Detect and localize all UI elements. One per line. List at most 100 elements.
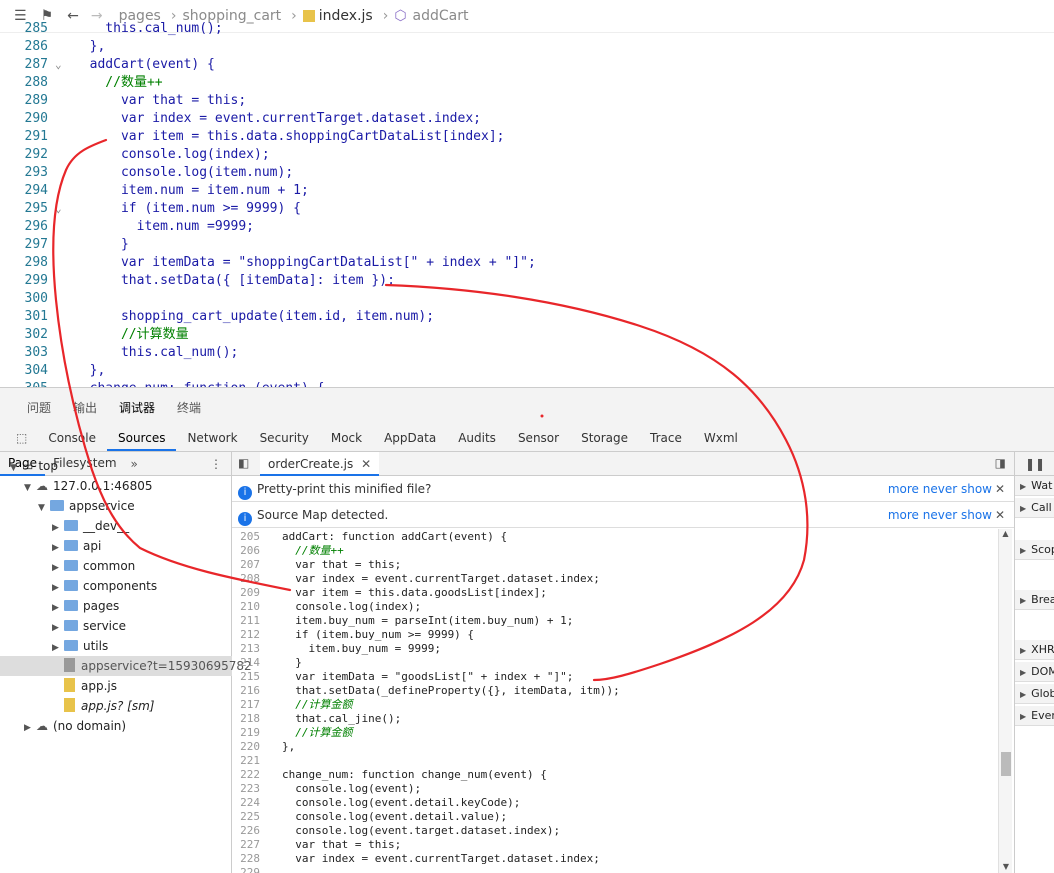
line-number[interactable]: 217 [232,698,260,712]
source-line[interactable]: 214 } [232,656,1002,670]
line-number[interactable]: 221 [232,754,260,768]
source-code[interactable]: 205 addCart: function addCart(event) {206… [232,529,1014,873]
code-line[interactable]: 286 }, [0,38,1054,56]
tree-item[interactable]: ▶ service [0,616,126,636]
tab-sources[interactable]: Sources [106,427,177,451]
code-editor[interactable]: ☰ ⚑ ← → pages › shopping_cart › index.js › … [0,0,1054,387]
disclosure-triangle-icon[interactable]: ▶ [52,638,64,658]
infobar-links[interactable]: more never show [888,476,992,502]
tab-mock[interactable]: Mock [320,427,373,451]
line-number[interactable]: 225 [232,810,260,824]
tree-item[interactable]: ▼ ▭ top [0,456,58,476]
close-icon[interactable]: ✕ [361,457,371,471]
debugger-section[interactable]: ▶ Glob [1015,684,1054,704]
line-number[interactable]: 223 [232,782,260,796]
tree-item[interactable]: app.js [0,676,117,696]
tab-debugger[interactable]: 调试器 [119,399,155,416]
tab-sensor[interactable]: Sensor [507,427,570,451]
disclosure-triangle-icon[interactable]: ▼ [10,458,22,478]
source-line[interactable]: 210 console.log(index); [232,600,1002,614]
disclosure-triangle-icon[interactable]: ▶ [52,578,64,598]
tree-item[interactable]: ▶ pages [0,596,119,616]
more-tabs-icon[interactable]: » [131,457,138,471]
tab-storage[interactable]: Storage [570,427,639,451]
tab-output[interactable]: 输出 [73,399,97,416]
line-number[interactable]: 213 [232,642,260,656]
source-line[interactable]: 218 that.cal_jine(); [232,712,1002,726]
tree-item[interactable]: ▼ ☁ 127.0.0.1:46805 [0,476,152,496]
disclosure-triangle-icon[interactable]: ▶ [1020,482,1026,491]
source-line[interactable]: 222 change_num: function change_num(event… [232,768,1002,782]
debugger-section[interactable]: ▶ Ever [1015,706,1054,726]
source-line[interactable]: 213 item.buy_num = 9999; [232,642,1002,656]
line-number[interactable]: 224 [232,796,260,810]
source-line[interactable]: 219 //计算金额 [232,726,1002,740]
tree-item[interactable]: appservice?t=15930695782 [0,656,252,676]
disclosure-triangle-icon[interactable]: ▶ [52,618,64,638]
infobar-links[interactable]: more never show [888,502,992,528]
tab-terminal[interactable]: 终端 [177,399,201,416]
source-line[interactable]: 221 [232,754,1002,768]
line-number[interactable]: 208 [232,572,260,586]
line-number[interactable]: 228 [232,852,260,866]
line-number[interactable]: 215 [232,670,260,684]
source-line[interactable]: 223 console.log(event); [232,782,1002,796]
line-number[interactable]: 220 [232,740,260,754]
debugger-section[interactable]: ▶ Wat [1015,476,1054,496]
code-line[interactable]: 290 var index = event.currentTarget.data… [0,110,1054,128]
fold-chevron-icon[interactable]: ⌄ [55,56,62,74]
code-line[interactable]: 294 item.num = item.num + 1; [0,182,1054,200]
source-line[interactable]: 215 var itemData = "goodsList[" + index … [232,670,1002,684]
source-line[interactable]: 220}, [232,740,1002,754]
source-line[interactable]: 225 console.log(event.detail.value); [232,810,1002,824]
fold-chevron-icon[interactable]: ⌄ [55,200,62,218]
source-line[interactable]: 211 item.buy_num = parseInt(item.buy_num… [232,614,1002,628]
code-line[interactable]: 299 that.setData({ [itemData]: item }); [0,272,1054,290]
file-tab[interactable]: orderCreate.js ✕ [260,452,380,476]
disclosure-triangle-icon[interactable]: ▶ [1020,646,1026,655]
tab-appdata[interactable]: AppData [373,427,447,451]
code-line[interactable]: 288 //数量++ [0,74,1054,92]
source-line[interactable]: 228 var index = event.currentTarget.data… [232,852,1002,866]
line-number[interactable]: 205 [232,530,260,544]
disclosure-triangle-icon[interactable]: ▶ [1020,546,1026,555]
disclosure-triangle-icon[interactable]: ▶ [1020,690,1026,699]
disclosure-triangle-icon[interactable]: ▶ [52,538,64,558]
debugger-section[interactable]: ▶ Call [1015,498,1054,518]
line-number[interactable]: 211 [232,614,260,628]
toggle-debugger-icon[interactable]: ◨ [995,456,1006,470]
source-line[interactable]: 217 //计算金额 [232,698,1002,712]
line-number[interactable]: 214 [232,656,260,670]
debugger-section[interactable]: ▶ XHR [1015,640,1054,660]
disclosure-triangle-icon[interactable]: ▼ [38,498,50,518]
tab-problems[interactable]: 问题 [27,399,51,416]
source-line[interactable]: 209 var item = this.data.goodsList[index… [232,586,1002,600]
vertical-scrollbar[interactable]: ▲ ▼ [998,529,1012,873]
disclosure-triangle-icon[interactable]: ▶ [52,598,64,618]
line-number[interactable]: 227 [232,838,260,852]
tab-network[interactable]: Network [176,427,248,451]
source-line[interactable]: 227 var that = this; [232,838,1002,852]
tab-security[interactable]: Security [249,427,320,451]
tree-item[interactable]: ▶ components [0,576,157,596]
disclosure-triangle-icon[interactable]: ▶ [1020,504,1026,513]
tree-item[interactable]: ▼ appservice [0,496,135,516]
line-number[interactable]: 206 [232,544,260,558]
tab-audits[interactable]: Audits [447,427,507,451]
code-line[interactable]: 296 item.num =9999; [0,218,1054,236]
scroll-up-icon[interactable]: ▲ [999,529,1012,541]
code-line[interactable]: 293 console.log(item.num); [0,164,1054,182]
code-line[interactable]: 297 } [0,236,1054,254]
code-line[interactable]: 300 [0,290,1054,308]
tree-item[interactable]: ▶ ☁ (no domain) [0,716,126,736]
source-line[interactable]: 208 var index = event.currentTarget.data… [232,572,1002,586]
debugger-section[interactable]: ▶ Brea [1015,590,1054,610]
line-number[interactable]: 207 [232,558,260,572]
tree-item[interactable]: ▶ utils [0,636,108,656]
code-line[interactable]: 298 var itemData = "shoppingCartDataList… [0,254,1054,272]
tree-item[interactable]: app.js? [sm] [0,696,154,716]
code-line[interactable]: 301 shopping_cart_update(item.id, item.n… [0,308,1054,326]
source-line[interactable]: 206 //数量++ [232,544,1002,558]
code-line[interactable]: 292 console.log(index); [0,146,1054,164]
code-line[interactable]: 291 var item = this.data.shoppingCartDat… [0,128,1054,146]
